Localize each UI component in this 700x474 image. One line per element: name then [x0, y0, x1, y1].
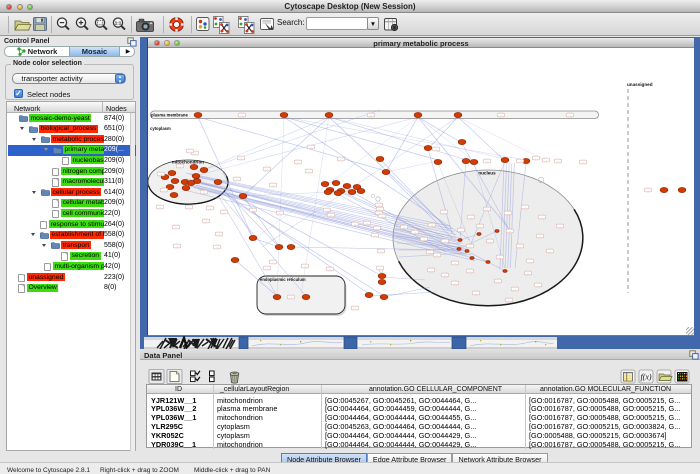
- svg-text:···: ···: [218, 233, 221, 236]
- svg-text:···: ···: [266, 267, 269, 270]
- svg-text:···: ···: [500, 114, 503, 117]
- svg-text:···: ···: [308, 170, 311, 173]
- svg-text:···: ···: [514, 288, 517, 291]
- svg-text:···: ···: [475, 292, 478, 295]
- svg-text:···: ···: [469, 270, 472, 273]
- svg-text:1:1: 1:1: [115, 20, 122, 25]
- svg-text:···: ···: [310, 146, 313, 149]
- svg-text:···: ···: [354, 307, 357, 310]
- svg-text:···: ···: [179, 165, 182, 168]
- svg-text:···: ···: [454, 282, 457, 285]
- svg-text:···: ···: [549, 250, 552, 253]
- svg-text:···: ···: [489, 240, 492, 243]
- svg-text:···: ···: [508, 299, 511, 302]
- svg-text:···: ···: [189, 150, 192, 153]
- svg-text:···: ···: [414, 231, 417, 234]
- svg-text:mitochondrion: mitochondrion: [172, 160, 204, 165]
- svg-text:···: ···: [527, 272, 530, 275]
- svg-text:···: ···: [188, 206, 191, 209]
- svg-text:···: ···: [159, 206, 162, 209]
- svg-text:plasma membrane: plasma membrane: [151, 113, 188, 118]
- svg-text:···: ···: [559, 225, 562, 228]
- svg-text:···: ···: [272, 184, 275, 187]
- svg-text:···: ···: [290, 296, 293, 299]
- svg-text:···: ···: [160, 173, 163, 176]
- svg-text:···: ···: [470, 216, 473, 219]
- svg-text:···: ···: [381, 215, 384, 218]
- svg-text:···: ···: [326, 209, 329, 212]
- svg-text:···: ···: [176, 245, 179, 248]
- svg-text:···: ···: [519, 160, 522, 163]
- svg-text:···: ···: [537, 284, 540, 287]
- svg-text:···: ···: [479, 225, 482, 228]
- svg-text:···: ···: [205, 220, 208, 223]
- svg-text:···: ···: [378, 204, 381, 207]
- svg-text:···: ···: [535, 157, 538, 160]
- svg-text:···: ···: [252, 209, 255, 212]
- svg-text:···: ···: [647, 189, 650, 192]
- svg-text:f(x): f(x): [640, 373, 651, 382]
- svg-text:···: ···: [203, 191, 206, 194]
- svg-text:···: ···: [374, 234, 377, 237]
- svg-text:···: ···: [340, 158, 343, 161]
- svg-text:···: ···: [297, 161, 300, 164]
- svg-text:···: ···: [431, 224, 434, 227]
- svg-text:···: ···: [486, 160, 489, 163]
- svg-text:···: ···: [519, 245, 522, 248]
- svg-text:nucleus: nucleus: [478, 171, 496, 176]
- svg-text:···: ···: [435, 148, 438, 151]
- svg-text:···: ···: [330, 214, 333, 217]
- svg-text:···: ···: [539, 235, 542, 238]
- svg-text:···: ···: [443, 211, 446, 214]
- svg-text:···: ···: [486, 208, 489, 211]
- svg-text:···: ···: [569, 114, 572, 117]
- svg-text:···: ···: [223, 211, 226, 214]
- svg-text:···: ···: [423, 238, 426, 241]
- svg-text:···: ···: [444, 274, 447, 277]
- svg-text:···: ···: [279, 212, 282, 215]
- svg-text:···: ···: [497, 280, 500, 283]
- svg-text:···: ···: [541, 216, 544, 219]
- svg-text:···: ···: [236, 178, 239, 181]
- svg-text:···: ···: [266, 168, 269, 171]
- svg-text:···: ···: [460, 229, 463, 232]
- svg-text:···: ···: [272, 261, 275, 264]
- svg-text:···: ···: [366, 222, 369, 225]
- svg-text:···: ···: [529, 260, 532, 263]
- svg-text:···: ···: [469, 245, 472, 248]
- svg-text:···: ···: [545, 159, 548, 162]
- svg-text:···: ···: [429, 251, 432, 254]
- svg-text:···: ···: [240, 157, 243, 160]
- svg-text:···: ···: [175, 226, 178, 229]
- svg-text:···: ···: [582, 161, 585, 164]
- svg-text:···: ···: [329, 268, 332, 271]
- svg-text:···: ···: [376, 227, 379, 230]
- svg-text:endoplasmic reticulum: endoplasmic reticulum: [260, 277, 306, 282]
- svg-text:···: ···: [454, 262, 457, 265]
- svg-text:···: ···: [524, 206, 527, 209]
- svg-text:···: ···: [403, 226, 406, 229]
- svg-text:···: ···: [557, 160, 560, 163]
- svg-text:···: ···: [379, 267, 382, 270]
- svg-text:···: ···: [216, 246, 219, 249]
- svg-text:···: ···: [370, 114, 373, 117]
- svg-text:···: ···: [507, 212, 510, 215]
- svg-text:···: ···: [194, 152, 197, 155]
- svg-text:···: ···: [209, 207, 212, 210]
- svg-text:···: ···: [499, 256, 502, 259]
- svg-text:···: ···: [380, 250, 383, 253]
- svg-text:···: ···: [436, 254, 439, 257]
- svg-text:···: ···: [304, 265, 307, 268]
- svg-text:···: ···: [444, 240, 447, 243]
- svg-text:unassigned: unassigned: [627, 82, 653, 87]
- svg-text:···: ···: [163, 189, 166, 192]
- svg-text:···: ···: [509, 230, 512, 233]
- svg-text:cytoplasm: cytoplasm: [150, 126, 171, 131]
- svg-text:···: ···: [379, 208, 382, 211]
- svg-text:···: ···: [354, 223, 357, 226]
- svg-text:···: ···: [430, 269, 433, 272]
- svg-text:···: ···: [241, 114, 244, 117]
